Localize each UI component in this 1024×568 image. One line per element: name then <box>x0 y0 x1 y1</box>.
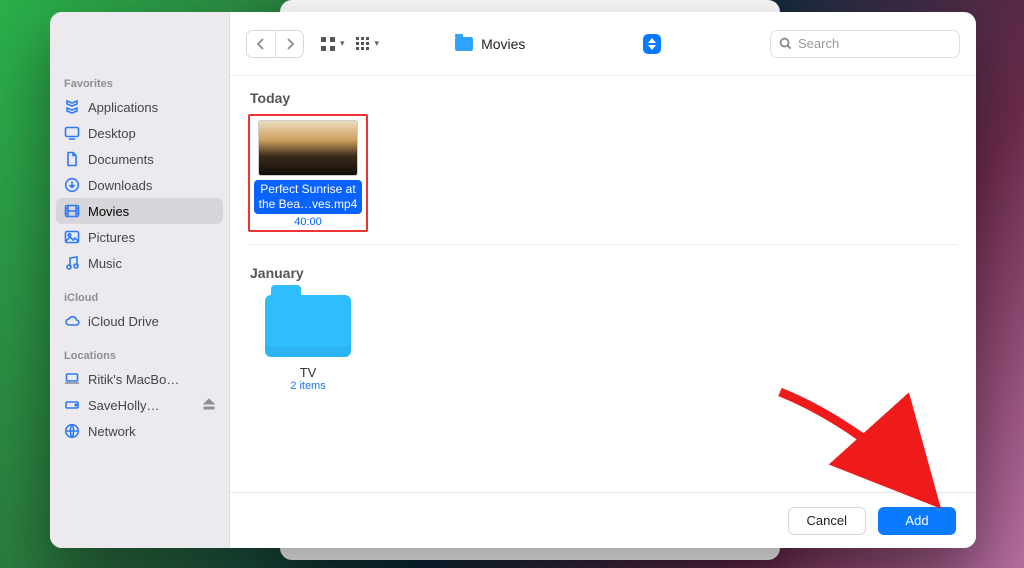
sidebar-item-macbook[interactable]: Ritik's MacBo… <box>56 366 223 392</box>
sidebar-item-icloud-drive[interactable]: iCloud Drive <box>56 308 223 334</box>
toolbar: ▾ ▾ Movies Search <box>230 12 976 76</box>
sidebar-item-applications[interactable]: Applications <box>56 94 223 120</box>
music-icon <box>64 255 80 271</box>
sidebar-item-label: Network <box>88 424 136 439</box>
forward-button[interactable] <box>275 31 303 57</box>
sidebar-item-external-disk[interactable]: SaveHolly… <box>56 392 223 418</box>
open-panel: Favorites Applications Desktop Documents… <box>50 12 976 548</box>
sidebar: Favorites Applications Desktop Documents… <box>50 12 230 548</box>
picture-icon <box>64 229 80 245</box>
folder-icon <box>265 295 351 357</box>
sidebar-item-label: Documents <box>88 152 154 167</box>
cloud-icon <box>64 313 80 329</box>
sidebar-item-label: SaveHolly… <box>88 398 160 413</box>
sidebar-item-network[interactable]: Network <box>56 418 223 444</box>
folder-icon <box>455 37 473 51</box>
file-browser[interactable]: Today Perfect Sunrise at the Bea…ves.mp4… <box>230 76 976 548</box>
folder-meta: 2 items <box>290 380 325 392</box>
sidebar-item-label: Ritik's MacBo… <box>88 372 179 387</box>
back-button[interactable] <box>247 31 275 57</box>
chevron-down-icon: ▾ <box>375 38 380 49</box>
nav-buttons <box>246 30 304 58</box>
sidebar-item-downloads[interactable]: Downloads <box>56 172 223 198</box>
globe-icon <box>64 423 80 439</box>
file-item[interactable]: Perfect Sunrise at the Bea…ves.mp4 40:00 <box>248 114 368 232</box>
search-icon <box>779 37 792 50</box>
sidebar-item-label: iCloud Drive <box>88 314 159 329</box>
sidebar-item-documents[interactable]: Documents <box>56 146 223 172</box>
search-placeholder: Search <box>798 36 839 51</box>
group-row: TV 2 items <box>248 289 958 404</box>
sidebar-item-label: Movies <box>88 204 129 219</box>
sidebar-section-favorites: Favorites <box>50 72 229 94</box>
path-label: Movies <box>481 36 525 52</box>
laptop-icon <box>64 371 80 387</box>
path-popup[interactable]: Movies <box>449 30 669 58</box>
sidebar-item-desktop[interactable]: Desktop <box>56 120 223 146</box>
sidebar-item-music[interactable]: Music <box>56 250 223 276</box>
file-name: Perfect Sunrise at the Bea…ves.mp4 <box>254 180 362 214</box>
file-meta: 40:00 <box>294 216 322 228</box>
eject-icon[interactable] <box>203 398 215 413</box>
sidebar-item-label: Music <box>88 256 122 271</box>
sidebar-item-pictures[interactable]: Pictures <box>56 224 223 250</box>
updown-arrows-icon <box>643 34 661 54</box>
sidebar-section-icloud: iCloud <box>50 286 229 308</box>
folder-item[interactable]: TV 2 items <box>248 289 368 392</box>
group-header: January <box>248 261 958 289</box>
movie-icon <box>64 203 80 219</box>
disk-icon <box>64 397 80 413</box>
sidebar-item-label: Downloads <box>88 178 152 193</box>
chevron-down-icon: ▾ <box>340 38 345 49</box>
group-row: Perfect Sunrise at the Bea…ves.mp4 40:00 <box>248 114 958 245</box>
footer: Cancel Add <box>230 492 976 548</box>
document-icon <box>64 151 80 167</box>
download-icon <box>64 177 80 193</box>
sidebar-item-label: Desktop <box>88 126 136 141</box>
sidebar-item-movies[interactable]: Movies <box>56 198 223 224</box>
main-area: ▾ ▾ Movies Search Today <box>230 12 976 548</box>
cancel-button[interactable]: Cancel <box>788 507 866 535</box>
view-mode-button[interactable]: ▾ <box>320 30 345 58</box>
group-by-button[interactable]: ▾ <box>355 30 380 58</box>
video-thumbnail <box>258 120 358 176</box>
sidebar-section-locations: Locations <box>50 344 229 366</box>
sidebar-item-label: Pictures <box>88 230 135 245</box>
add-button[interactable]: Add <box>878 507 956 535</box>
search-input[interactable]: Search <box>770 30 960 58</box>
sidebar-item-label: Applications <box>88 100 158 115</box>
desktop-icon <box>64 125 80 141</box>
apps-icon <box>64 99 80 115</box>
group-header: Today <box>248 86 958 114</box>
folder-name: TV <box>300 365 317 380</box>
